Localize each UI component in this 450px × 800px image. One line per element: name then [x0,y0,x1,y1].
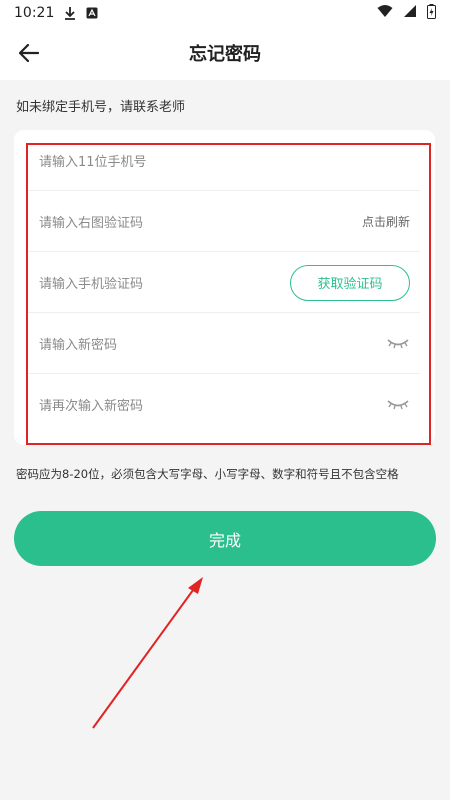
header-bar: 忘记密码 [0,26,450,80]
signal-icon [403,4,417,22]
wifi-icon [377,4,393,22]
new-password-input[interactable]: 请输入新密码 [39,334,386,353]
get-code-button[interactable]: 获取验证码 [290,264,410,301]
download-icon [64,6,76,20]
phone-row[interactable]: 请输入11位手机号 [28,130,420,191]
battery-icon [427,3,436,23]
confirm-password-input[interactable]: 请再次输入新密码 [39,395,386,414]
status-bar: 10:21 [0,0,450,26]
contact-teacher-hint: 如未绑定手机号，请联系老师 [16,100,186,115]
sms-code-row[interactable]: 请输入手机验证码 获取验证码 [28,252,420,313]
status-time: 10:21 [14,5,55,21]
eye-closed-icon[interactable] [386,397,410,413]
captcha-row[interactable]: 请输入右图验证码 点击刷新 [28,191,420,252]
captcha-refresh-button[interactable]: 点击刷新 [362,213,410,230]
a-icon [86,7,98,19]
page-title: 忘记密码 [189,44,261,65]
captcha-input[interactable]: 请输入右图验证码 [39,212,362,231]
new-password-row[interactable]: 请输入新密码 [28,313,420,374]
password-rule-text: 密码应为8-20位，必须包含大写字母、小写字母、数字和符号且不包含空格 [16,467,399,481]
sms-code-input[interactable]: 请输入手机验证码 [39,273,290,292]
back-button[interactable] [16,40,42,66]
eye-closed-icon[interactable] [386,336,410,352]
confirm-password-row[interactable]: 请再次输入新密码 [28,374,420,435]
arrow-left-icon [19,44,39,62]
done-button[interactable]: 完成 [14,511,436,566]
phone-input[interactable]: 请输入11位手机号 [39,151,410,170]
